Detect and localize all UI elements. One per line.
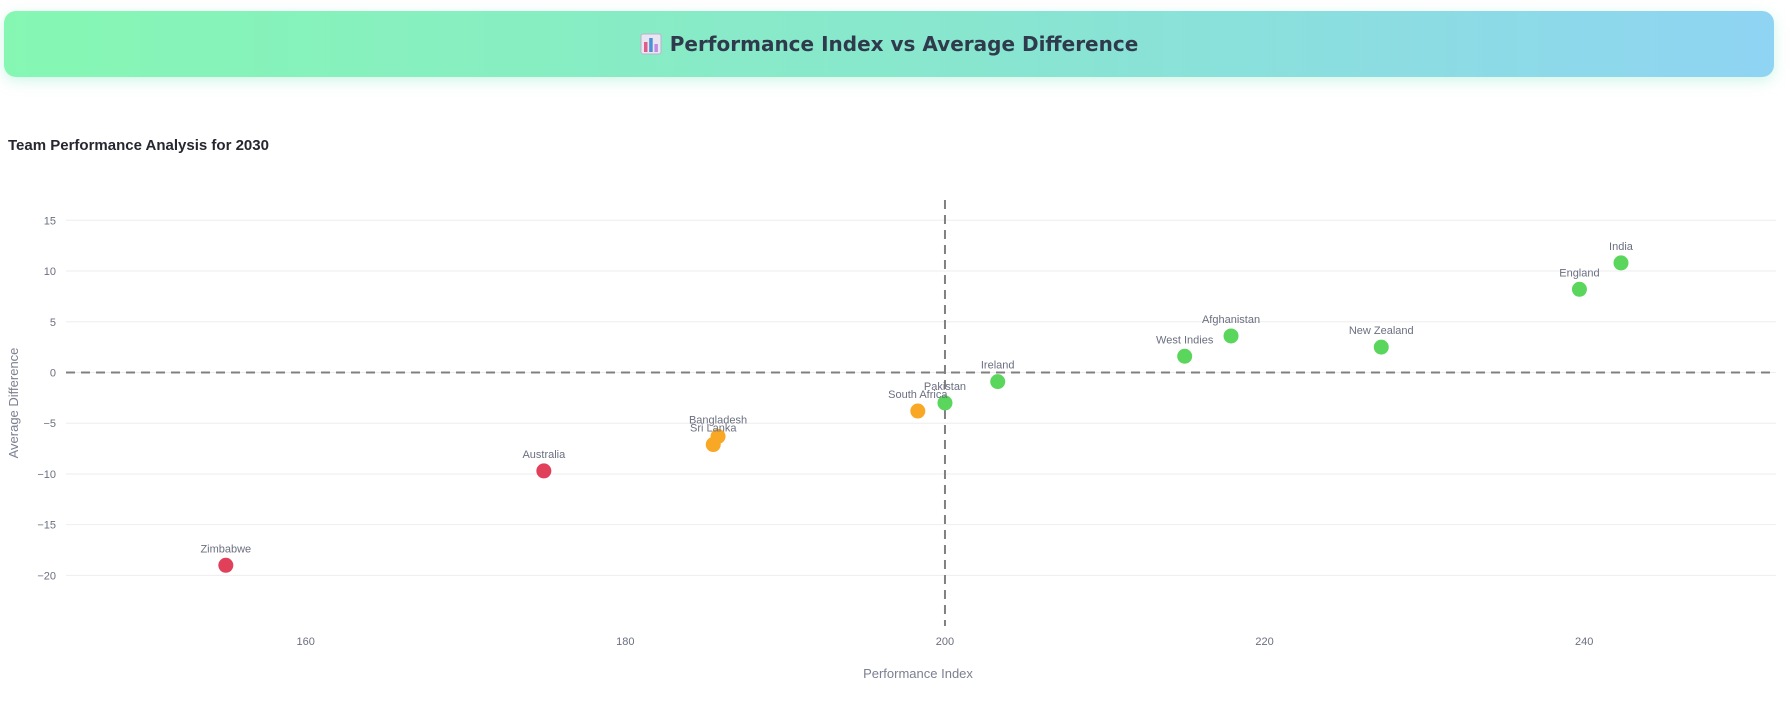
y-axis-title: Average Difference — [6, 348, 21, 459]
page-header-banner: Performance Index vs Average Difference — [4, 11, 1774, 77]
y-tick-label: 10 — [44, 266, 56, 278]
data-point[interactable] — [1571, 281, 1587, 297]
x-tick-label: 200 — [936, 636, 954, 648]
data-point[interactable] — [990, 374, 1006, 390]
y-tick-label: −20 — [37, 570, 56, 582]
scatter-chart: 15 10 5 0 −5 −10 −15 −20 160 180 200 220 240 India En… — [6, 200, 1776, 680]
data-point[interactable] — [1613, 255, 1629, 271]
point-label: India — [1609, 241, 1634, 253]
point-label: Ireland — [981, 360, 1015, 372]
point-label: West Indies — [1156, 334, 1214, 346]
y-tick-label: 0 — [50, 367, 56, 379]
point-label: Zimbabwe — [200, 543, 251, 555]
bar-chart-icon — [640, 33, 662, 55]
x-tick-label: 220 — [1255, 636, 1273, 648]
data-point[interactable] — [1373, 339, 1389, 355]
axis-ticks: 15 10 5 0 −5 −10 −15 −20 160 180 200 220 240 — [37, 215, 1593, 648]
point-label: England — [1559, 267, 1599, 279]
y-tick-label: 5 — [50, 317, 56, 329]
x-axis-title: Performance Index — [863, 666, 973, 680]
x-tick-label: 160 — [297, 636, 315, 648]
data-point[interactable] — [536, 463, 552, 479]
y-tick-label: −15 — [37, 520, 56, 532]
data-point[interactable] — [705, 437, 721, 453]
point-label: Australia — [522, 449, 566, 461]
data-point[interactable] — [910, 403, 926, 419]
y-tick-label: −10 — [37, 469, 56, 481]
x-tick-label: 240 — [1575, 636, 1593, 648]
data-point[interactable] — [1223, 328, 1239, 344]
x-tick-label: 180 — [616, 636, 634, 648]
point-labels: India England Afghanistan New Zealand West I… — [200, 241, 1633, 555]
data-point[interactable] — [218, 557, 234, 573]
page-title: Performance Index vs Average Difference — [669, 32, 1139, 56]
point-label: Afghanistan — [1202, 314, 1260, 326]
chart-subtitle: Team Performance Analysis for 2030 — [8, 137, 269, 154]
y-tick-label: 15 — [44, 215, 56, 227]
data-point[interactable] — [1177, 348, 1193, 364]
point-label: Sri Lanka — [690, 423, 737, 435]
y-tick-label: −5 — [43, 418, 56, 430]
point-label: New Zealand — [1349, 325, 1414, 337]
point-label: South Africa — [888, 389, 948, 401]
